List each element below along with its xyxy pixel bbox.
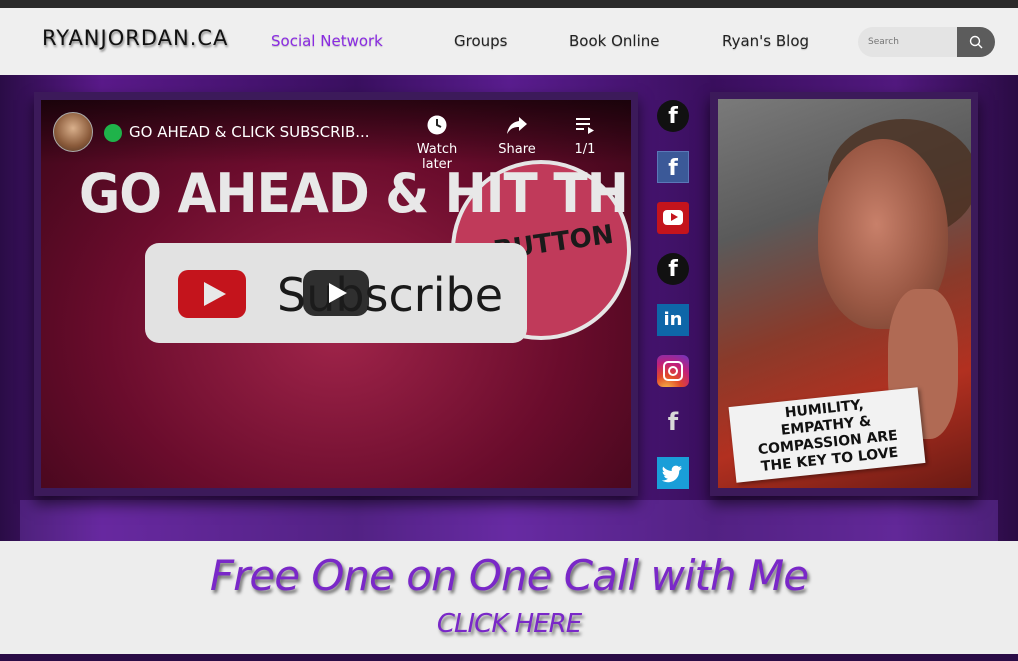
footer-strip <box>0 654 1018 661</box>
playlist-button[interactable]: 1/1 <box>555 114 615 157</box>
search-input[interactable] <box>868 34 954 50</box>
linkedin-icon[interactable]: in <box>657 304 689 336</box>
facebook-plain-icon[interactable]: f <box>657 406 689 438</box>
nav-item-social-network[interactable]: Social Network <box>271 32 383 50</box>
site-logo[interactable]: RYANJORDAN.CA <box>42 26 228 50</box>
photo-caption: HUMILITY, EMPATHY & COMPASSION ARE THE K… <box>728 387 926 483</box>
youtube-video-embed[interactable]: GO AHEAD & HIT THE BUTTON Subscribe GO A… <box>41 100 631 488</box>
play-button[interactable] <box>303 270 369 316</box>
search-box <box>858 27 958 57</box>
youtube-logo-icon <box>178 270 246 318</box>
top-strip <box>0 0 1018 8</box>
green-circle-icon <box>104 124 122 142</box>
video-title[interactable]: GO AHEAD & CLICK SUBSCRIB... <box>129 123 370 141</box>
playlist-icon <box>576 118 594 134</box>
facebook-circle-icon[interactable]: f <box>657 100 689 132</box>
stage-band <box>20 500 998 541</box>
share-arrow-icon <box>507 117 527 134</box>
promo-title[interactable]: Free One on One Call with Me <box>0 551 1018 600</box>
facebook-square-icon[interactable]: f <box>657 151 689 183</box>
search-button[interactable] <box>957 27 995 57</box>
search-icon <box>969 35 983 49</box>
nav-item-ryans-blog[interactable]: Ryan's Blog <box>722 32 809 50</box>
site-header: RYANJORDAN.CA Social Network Groups Book… <box>0 8 1018 75</box>
share-button[interactable]: Share <box>487 114 547 157</box>
promo-banner[interactable]: Free One on One Call with Me CLICK HERE <box>0 541 1018 654</box>
twitter-icon[interactable] <box>657 457 689 489</box>
twitter-bird-icon <box>661 465 682 483</box>
clock-icon <box>427 115 447 135</box>
youtube-icon[interactable] <box>657 202 689 234</box>
watch-later-label: Watch later <box>416 142 458 172</box>
share-label: Share <box>498 142 536 157</box>
click-here-link[interactable]: CLICK HERE <box>0 609 1018 639</box>
thumbnail-headline: GO AHEAD & HIT THE <box>79 162 631 225</box>
nav-item-groups[interactable]: Groups <box>454 32 507 50</box>
instagram-icon[interactable] <box>657 355 689 387</box>
nav-item-book-online[interactable]: Book Online <box>569 32 659 50</box>
playlist-count: 1/1 <box>574 142 596 157</box>
channel-avatar[interactable] <box>53 112 93 152</box>
profile-photo: HUMILITY, EMPATHY & COMPASSION ARE THE K… <box>718 99 971 488</box>
facebook-circle-icon[interactable]: f <box>657 253 689 285</box>
watch-later-button[interactable]: Watch later <box>407 114 467 172</box>
